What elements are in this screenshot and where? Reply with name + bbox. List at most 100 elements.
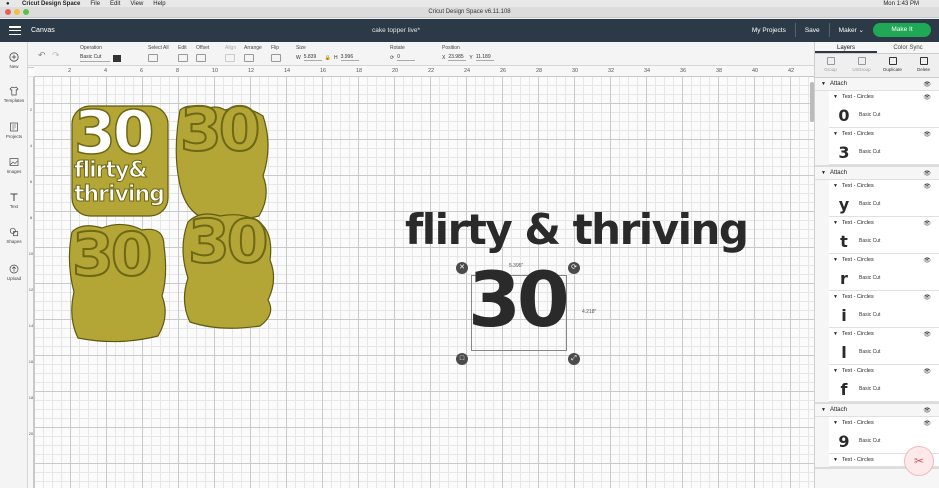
layer-header[interactable]: ▼Text - Circles 👁 xyxy=(829,180,939,192)
layer-item[interactable]: ▼ Text - Circles 👁 y Basic Cut xyxy=(829,180,939,217)
rotate-input[interactable]: 0 xyxy=(397,54,416,61)
eye-icon[interactable]: 👁 xyxy=(923,294,931,301)
topper-number-outline[interactable]: 30 xyxy=(73,102,155,164)
caret-down-icon[interactable]: ▼ xyxy=(821,407,826,413)
topper-line2[interactable]: thriving xyxy=(74,183,166,206)
sidebar-item-new[interactable]: New xyxy=(0,52,28,69)
layer-body[interactable]: l Basic Cut xyxy=(829,340,939,364)
layer-item[interactable]: ▼ Text - Circles 👁 f Basic Cut xyxy=(829,365,939,402)
caret-down-icon[interactable]: ▼ xyxy=(833,257,838,263)
topper-number-shadow-1[interactable]: 30 xyxy=(179,99,261,161)
eye-icon[interactable]: 👁 xyxy=(923,94,931,101)
layer-header[interactable]: ▼Text - Circles 👁 xyxy=(829,217,939,229)
eye-icon[interactable]: 👁 xyxy=(923,368,931,375)
arrange-icon[interactable] xyxy=(244,54,254,62)
eye-icon[interactable]: 👁 xyxy=(923,257,931,264)
align-icon[interactable] xyxy=(225,54,235,62)
select-all-icon[interactable] xyxy=(148,54,158,62)
caret-down-icon[interactable]: ▼ xyxy=(821,81,826,87)
menu-edit[interactable]: Edit xyxy=(110,1,120,7)
caret-down-icon[interactable]: ▼ xyxy=(833,220,838,226)
menu-view[interactable]: View xyxy=(130,1,143,7)
scissors-icon[interactable] xyxy=(178,54,188,62)
undo-icon[interactable]: ↶ xyxy=(38,50,46,61)
hamburger-menu-icon[interactable] xyxy=(9,26,21,35)
save-button[interactable]: Save xyxy=(805,27,820,34)
operation-select[interactable]: Basic Cut xyxy=(80,54,110,62)
layer-body[interactable]: i Basic Cut xyxy=(829,303,939,327)
width-input[interactable]: 5.839 xyxy=(303,54,322,61)
layer-header[interactable]: ▼Text - Circles 👁 xyxy=(829,254,939,266)
eye-icon[interactable]: 👁 xyxy=(923,81,931,88)
layer-item[interactable]: ▼ Text - Circles 👁 3 Basic Cut xyxy=(829,128,939,165)
lock-handle-icon[interactable]: □ xyxy=(456,353,468,365)
layer-group-header[interactable]: ▼ Attach 👁 xyxy=(815,404,939,417)
delete-button[interactable]: Delete xyxy=(908,54,939,77)
eye-icon[interactable]: 👁 xyxy=(923,170,931,177)
caret-down-icon[interactable]: ▼ xyxy=(833,368,838,374)
apple-icon[interactable]: ● xyxy=(6,1,12,7)
eye-icon[interactable]: 👁 xyxy=(923,131,931,138)
layer-header[interactable]: ▼Text - Circles 👁 xyxy=(829,328,939,340)
eye-icon[interactable]: 👁 xyxy=(923,407,931,414)
caret-down-icon[interactable]: ▼ xyxy=(833,183,838,189)
flip-icon[interactable] xyxy=(271,54,281,62)
offset-icon[interactable] xyxy=(196,54,206,62)
machine-select[interactable]: Maker ⌄ xyxy=(839,26,864,34)
layer-header[interactable]: ▼Text - Circles 👁 xyxy=(829,128,939,140)
selected-number-text[interactable]: 30 xyxy=(468,262,570,338)
lock-icon[interactable]: 🔒 xyxy=(325,55,331,61)
layer-body[interactable]: 0 Basic Cut xyxy=(829,103,939,127)
tab-layers[interactable]: Layers xyxy=(815,42,877,53)
layer-body[interactable]: 3 Basic Cut xyxy=(829,140,939,164)
layer-body[interactable]: f Basic Cut xyxy=(829,377,939,401)
layer-header[interactable]: ▼Text - Circles 👁 xyxy=(829,365,939,377)
menu-app-name[interactable]: Cricut Design Space xyxy=(22,1,80,7)
topper-number-shadow-3[interactable]: 30 xyxy=(187,211,269,273)
sidebar-item-shapes[interactable]: Shapes xyxy=(0,227,28,244)
sidebar-item-templates[interactable]: Templates xyxy=(0,86,28,103)
layer-header[interactable]: ▼Text - Circles 👁 xyxy=(829,417,939,429)
layer-header[interactable]: ▼Text - Circles 👁 xyxy=(829,291,939,303)
layer-item[interactable]: ▼ Text - Circles 👁 0 Basic Cut xyxy=(829,91,939,128)
make-it-button[interactable]: Make It xyxy=(873,23,931,37)
caret-down-icon[interactable]: ▼ xyxy=(833,94,838,100)
caret-down-icon[interactable]: ▼ xyxy=(821,170,826,176)
caret-down-icon[interactable]: ▼ xyxy=(833,131,838,137)
topper-line1[interactable]: flirty& xyxy=(74,159,149,182)
eye-icon[interactable]: 👁 xyxy=(923,420,931,427)
layer-body[interactable]: t Basic Cut xyxy=(829,229,939,253)
x-position-input[interactable]: 23.985 xyxy=(448,54,467,61)
delete-handle-icon[interactable]: ✕ xyxy=(456,262,468,274)
layer-item[interactable]: ▼ Text - Circles 👁 i Basic Cut xyxy=(829,291,939,328)
caret-down-icon[interactable]: ▼ xyxy=(833,457,838,463)
eye-icon[interactable]: 👁 xyxy=(923,220,931,227)
layer-group-header[interactable]: ▼ Attach 👁 xyxy=(815,167,939,180)
close-window-button[interactable] xyxy=(5,9,11,15)
y-position-input[interactable]: 11.189 xyxy=(475,54,494,61)
eye-icon[interactable]: 👁 xyxy=(923,183,931,190)
eye-icon[interactable]: 👁 xyxy=(923,331,931,338)
resize-handle-icon[interactable]: ⤢ xyxy=(568,353,580,365)
my-projects-link[interactable]: My Projects xyxy=(752,27,786,34)
layer-item[interactable]: ▼ Text - Circles 👁 l Basic Cut xyxy=(829,328,939,365)
phrase-text[interactable]: flirty & thriving xyxy=(405,205,749,254)
rotate-handle-icon[interactable]: ⟳ xyxy=(568,262,580,274)
tab-color-sync[interactable]: Color Sync xyxy=(877,42,939,53)
layer-body[interactable]: y Basic Cut xyxy=(829,192,939,216)
sidebar-item-text[interactable]: Text xyxy=(0,192,28,209)
sidebar-item-upload[interactable]: Upload xyxy=(0,264,28,281)
minimize-window-button[interactable] xyxy=(14,9,20,15)
zoom-window-button[interactable] xyxy=(23,9,29,15)
topper-number-shadow-2[interactable]: 30 xyxy=(71,224,153,286)
caret-down-icon[interactable]: ▼ xyxy=(833,420,838,426)
caret-down-icon[interactable]: ▼ xyxy=(833,331,838,337)
caret-down-icon[interactable]: ▼ xyxy=(833,294,838,300)
sidebar-item-projects[interactable]: Projects xyxy=(0,122,28,139)
height-input[interactable]: 3.996 xyxy=(340,54,359,61)
layer-body[interactable]: r Basic Cut xyxy=(829,266,939,290)
redo-icon[interactable]: ↷ xyxy=(52,50,60,61)
layer-header[interactable]: ▼Text - Circles 👁 xyxy=(829,91,939,103)
sidebar-item-images[interactable]: Images xyxy=(0,157,28,174)
duplicate-button[interactable]: Duplicate xyxy=(877,54,908,77)
